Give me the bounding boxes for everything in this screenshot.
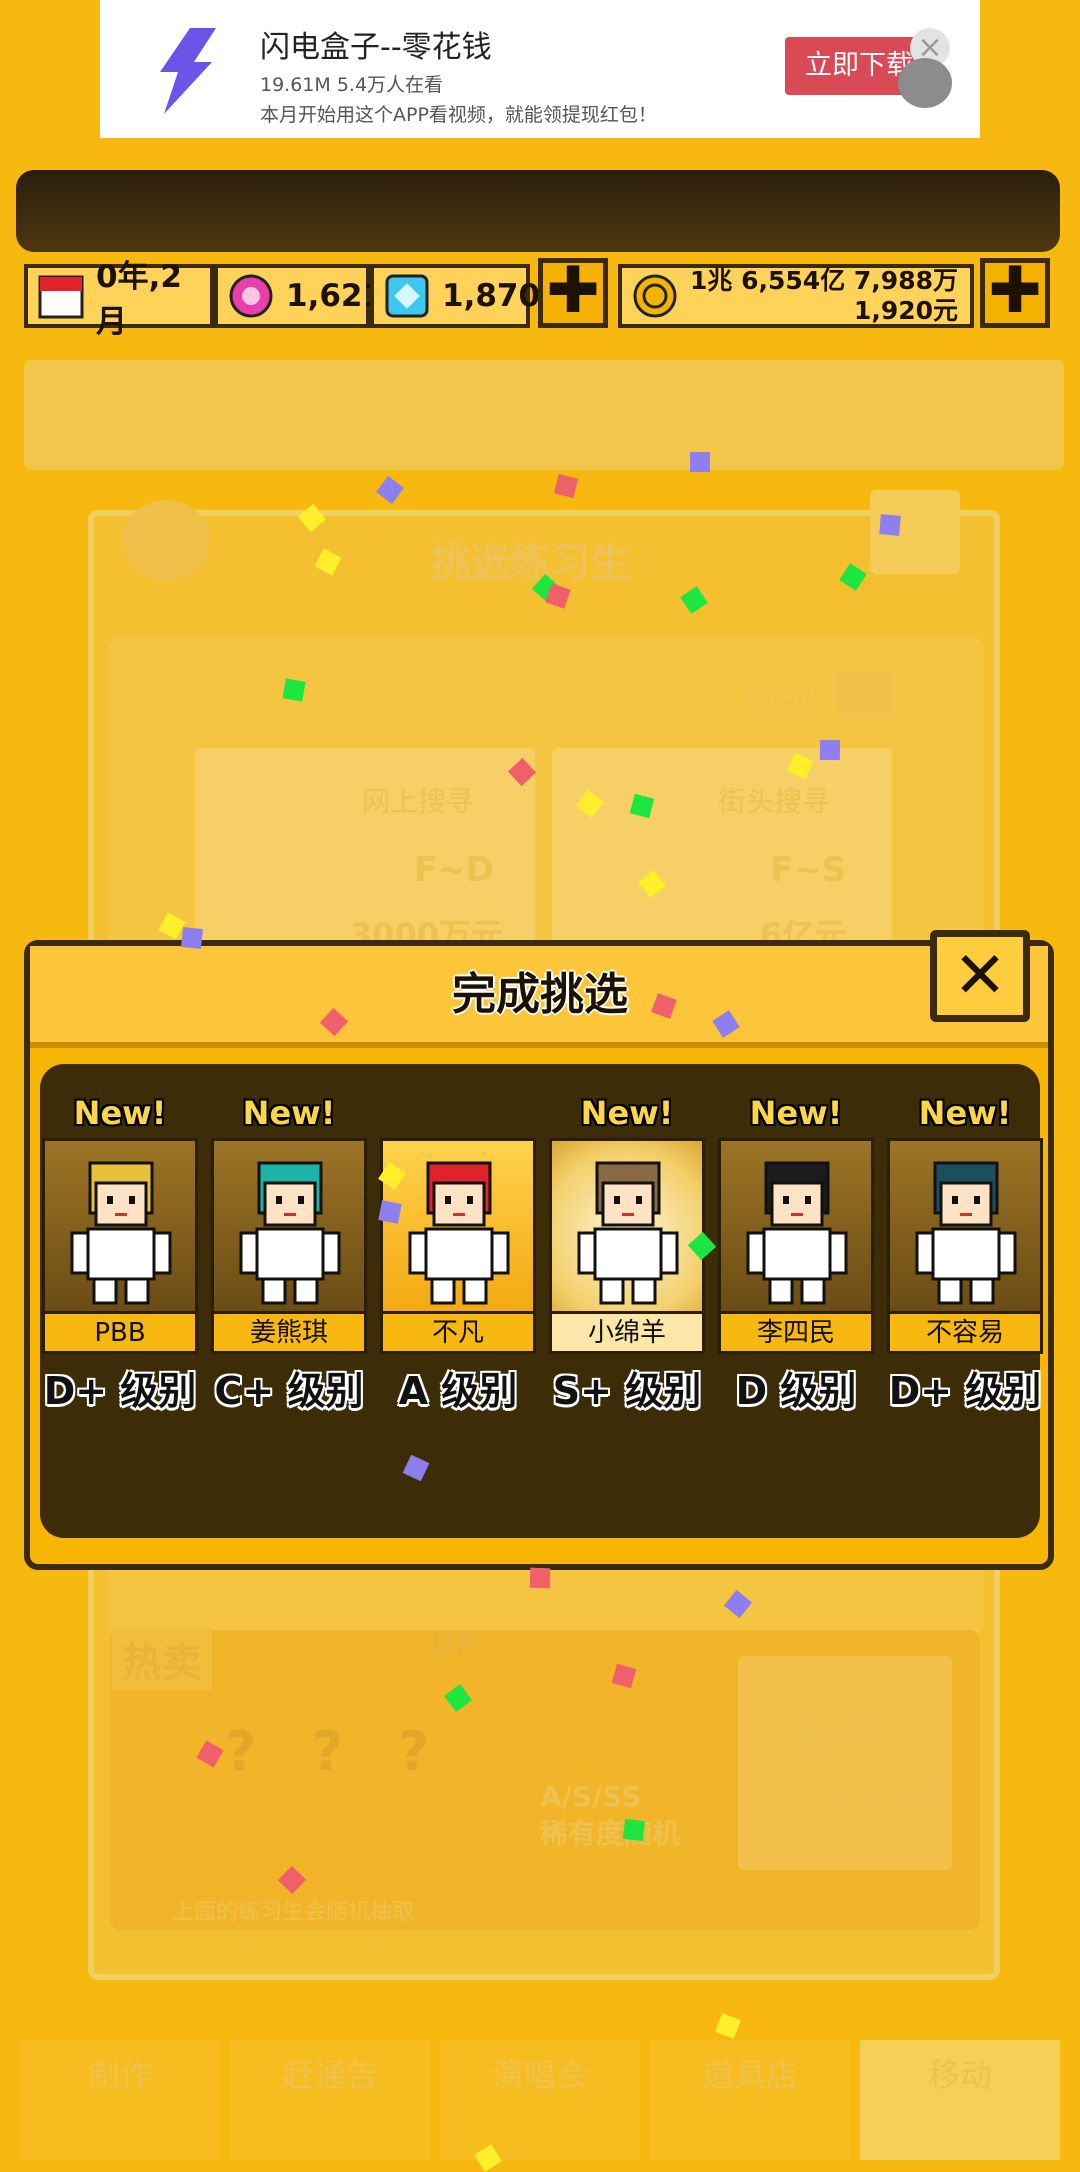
trainee-portrait <box>549 1138 705 1314</box>
money-line-2: 1,920元 <box>853 296 958 325</box>
close-icon: ✕ <box>953 939 1007 1013</box>
hint-text: 上面的练习生会随机抽取 <box>172 1900 415 1925</box>
modal-close-button[interactable]: ✕ <box>930 930 1030 1022</box>
trainee-sprite-icon <box>239 1161 341 1305</box>
top-banner <box>16 170 1060 252</box>
trainee-grade: D 级别 <box>735 1369 857 1413</box>
trainee-portrait <box>211 1138 367 1314</box>
checkbox-icon <box>836 670 892 718</box>
background-nav: 制作 赶通告 演唱会 道具店 移动 <box>20 2040 1060 2160</box>
confetti-piece <box>375 475 405 505</box>
ad-stats: 19.61M 5.4万人在看 <box>260 74 444 96</box>
hand-pointer-icon <box>898 58 952 108</box>
coin-icon <box>633 274 677 318</box>
trainee-grade: C+ 级别 <box>214 1369 364 1413</box>
add-money-button[interactable]: ✚ <box>980 258 1050 328</box>
street-search-label: 街头搜寻 <box>718 785 831 818</box>
lightning-icon <box>160 28 216 114</box>
trainee-portrait <box>718 1138 874 1314</box>
trainee-portrait <box>380 1138 536 1314</box>
confetti-piece <box>879 514 901 536</box>
new-badge: New! <box>73 1094 167 1132</box>
mystery-trainee-1: ? <box>225 1720 257 1783</box>
trainee-grade: S+ 级别 <box>552 1369 702 1413</box>
buy-label: 购买 <box>796 1711 884 1762</box>
modal-title: 完成挑选 <box>452 969 628 1020</box>
trainee-sprite-icon <box>408 1161 510 1305</box>
confetti-piece <box>181 927 203 949</box>
new-badge: New! <box>749 1094 843 1132</box>
trainee-portrait <box>42 1138 198 1314</box>
trainee-name: 不凡 <box>380 1314 536 1354</box>
online-search-label: 网上搜寻 <box>362 785 475 818</box>
trainee-name: 小绵羊 <box>549 1314 705 1354</box>
nav-produce: 制作 <box>20 2040 220 2160</box>
trainee-sprite-icon <box>577 1161 679 1305</box>
new-badge: New! <box>918 1094 1012 1132</box>
grade-range-1: F~D <box>414 850 494 890</box>
pink-gem-counter: 1,621 <box>214 264 384 328</box>
trainee-grade: D+ 级别 <box>888 1369 1042 1413</box>
trainee-grade: D+ 级别 <box>43 1369 197 1413</box>
nav-concert: 演唱会 <box>440 2040 640 2160</box>
buy-price: 10,000 <box>830 1778 946 1813</box>
draw-six-label: 抽6回 <box>744 685 818 718</box>
nav-shop: 道具店 <box>650 2040 850 2160</box>
confetti-piece <box>529 1567 551 1589</box>
money-line-1: 1兆 6,554亿 7,988万 <box>690 266 958 295</box>
trainee-name: 不容易 <box>887 1314 1043 1354</box>
confetti-piece <box>690 452 710 472</box>
confetti-piece <box>715 2013 741 2039</box>
blue-gem-icon <box>385 274 429 318</box>
mystery-trainee-3: ? <box>398 1720 430 1783</box>
rare-line-1: A/S/SS <box>540 1780 642 1813</box>
rare-line-2: 稀有度随机 <box>540 1817 681 1850</box>
money-display: 1兆 6,554亿 7,988万 1,920元 <box>618 264 974 328</box>
confetti-piece <box>553 473 579 499</box>
new-badge: New! <box>580 1094 674 1132</box>
nav-schedule: 赶通告 <box>230 2040 430 2160</box>
ad-banner[interactable]: 闪电盒子--零花钱 19.61M 5.4万人在看 本月开始用这个APP看视频，就… <box>100 0 980 138</box>
clock-icon <box>122 500 210 580</box>
grade-range-2: F~S <box>770 850 847 890</box>
date-display: 0年,2月 <box>24 259 214 340</box>
confetti-piece <box>282 678 306 702</box>
calendar-icon <box>38 275 84 319</box>
pink-gem-icon <box>229 274 273 318</box>
ad-title: 闪电盒子--零花钱 <box>260 30 492 65</box>
trainee-portrait <box>887 1138 1043 1314</box>
new-badge: New! <box>242 1094 336 1132</box>
date-text: 0年,2月 <box>96 259 182 340</box>
blue-gem-count: 1,870 <box>442 278 541 314</box>
background-menu-row <box>24 360 1064 470</box>
hot-label: 热卖 <box>112 1628 212 1690</box>
trainee-name: PBB <box>42 1314 198 1354</box>
nav-move: 移动 <box>860 2040 1060 2160</box>
trainee-name: 姜熊琪 <box>211 1314 367 1354</box>
confetti-piece <box>622 1818 646 1842</box>
add-gems-button[interactable]: ✚ <box>538 258 608 328</box>
ad-description: 本月开始用这个APP看视频，就能领提现红包！ <box>260 104 657 126</box>
trainee-grade: A 级别 <box>398 1369 518 1413</box>
background-title: 挑选练习生 <box>430 540 630 586</box>
trainee-sprite-icon <box>915 1161 1017 1305</box>
trainee-sprite-icon <box>746 1161 848 1305</box>
confetti-piece <box>819 739 841 761</box>
up-label: UP <box>430 1628 477 1663</box>
confetti-piece <box>378 1200 402 1224</box>
trainee-name: 李四民 <box>718 1314 874 1354</box>
trainee-sprite-icon <box>70 1161 172 1305</box>
mystery-trainee-2: ? <box>312 1720 344 1783</box>
blue-gem-counter: 1,870 <box>370 264 540 328</box>
